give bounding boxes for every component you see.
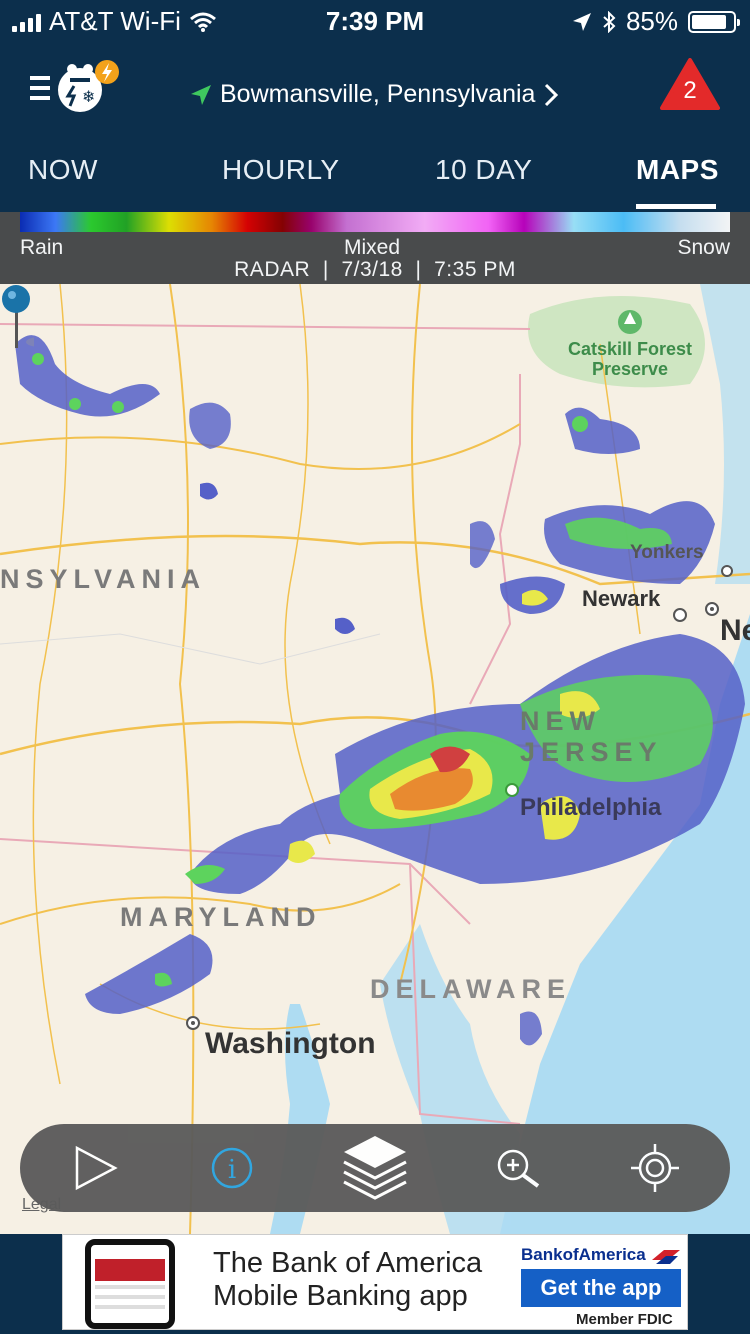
- city-label-yonkers: Yonkers: [630, 542, 704, 563]
- tab-maps[interactable]: MAPS: [636, 154, 719, 186]
- ad-brand-name: BankofAmerica: [521, 1245, 646, 1264]
- ad-text-line2: Mobile Banking app: [213, 1280, 468, 1312]
- ad-headline: The Bank of America Mobile Banking app: [213, 1247, 482, 1313]
- ad-brand: BankofAmerica: [521, 1245, 682, 1265]
- radar-map[interactable]: NSYLVANIA MARYLAND DELAWARE NEW JERSEY W…: [0, 284, 750, 1234]
- location-pin-icon: [2, 285, 34, 348]
- ad-text-line1: The Bank of America: [213, 1247, 483, 1279]
- ad-banner[interactable]: The Bank of America Mobile Banking app B…: [62, 1234, 688, 1330]
- svg-text:i: i: [228, 1155, 236, 1185]
- status-bar: AT&T Wi-Fi 7:39 PM 85%: [0, 0, 750, 42]
- battery-percent: 85%: [625, 6, 678, 36]
- city-label-philadelphia: Philadelphia: [520, 794, 662, 821]
- state-label-delaware: DELAWARE: [370, 974, 572, 1004]
- radar-legend: Rain Mixed Snow RADAR | 7/3/18 | 7:35 PM: [0, 212, 750, 284]
- bluetooth-icon: [603, 10, 616, 33]
- alerts-button[interactable]: 2: [660, 58, 720, 110]
- ad-fdic: Member FDIC: [576, 1311, 673, 1328]
- zoom-in-icon: [497, 1149, 540, 1188]
- menu-button[interactable]: ❄: [30, 58, 125, 118]
- layers-button[interactable]: [340, 1132, 410, 1204]
- app-logo-menu-icon: ❄: [30, 60, 119, 112]
- tab-now[interactable]: NOW: [28, 154, 98, 186]
- get-app-button[interactable]: Get the app: [521, 1269, 681, 1307]
- svg-text:❄: ❄: [82, 87, 95, 106]
- play-button[interactable]: [65, 1138, 125, 1198]
- location-selector[interactable]: Bowmansville, Pennsylvania: [190, 80, 559, 109]
- city-label-washington: Washington: [205, 1027, 376, 1060]
- legend-mixed-label: Mixed: [344, 236, 401, 259]
- status-right: 85%: [572, 6, 740, 37]
- info-button[interactable]: i: [202, 1138, 262, 1198]
- map-controls: i: [20, 1124, 730, 1212]
- alert-count: 2: [683, 77, 697, 104]
- legend-rain-label: Rain: [20, 236, 64, 259]
- state-label-maryland: MARYLAND: [120, 902, 322, 932]
- app-header: ❄ Bowmansville, Pennsylvania 2: [0, 42, 750, 148]
- location-arrow-icon: [572, 12, 591, 31]
- city-label-newark: Newark: [582, 586, 661, 611]
- city-label-new-york: Ne: [720, 614, 750, 647]
- tab-bar: NOW HOURLY 10 DAY MAPS: [0, 148, 750, 212]
- layers-icon: [343, 1136, 407, 1200]
- info-icon: i: [211, 1147, 253, 1189]
- zoom-button[interactable]: [488, 1138, 548, 1198]
- flag-logo-icon: [652, 1249, 681, 1264]
- radar-timestamp: RADAR | 7/3/18 | 7:35 PM: [234, 258, 516, 281]
- play-icon: [75, 1145, 118, 1191]
- phone-image: [85, 1239, 175, 1329]
- legend-snow-label: Snow: [677, 236, 730, 259]
- location-arrow-icon: [191, 84, 211, 105]
- chevron-right-icon: [545, 83, 559, 106]
- state-label-pennsylvania: NSYLVANIA: [0, 564, 207, 594]
- locate-icon: [631, 1144, 679, 1192]
- park-label: Catskill Forest Preserve: [567, 339, 693, 379]
- tab-hourly[interactable]: HOURLY: [222, 154, 340, 186]
- locate-button[interactable]: [625, 1138, 685, 1198]
- battery-icon: [688, 10, 740, 33]
- precip-color-scale: [20, 212, 730, 232]
- state-label-new-jersey: NEW JERSEY: [520, 706, 663, 767]
- tab-10-day[interactable]: 10 DAY: [435, 154, 532, 186]
- active-tab-indicator: [636, 204, 716, 209]
- location-name: Bowmansville, Pennsylvania: [220, 80, 536, 108]
